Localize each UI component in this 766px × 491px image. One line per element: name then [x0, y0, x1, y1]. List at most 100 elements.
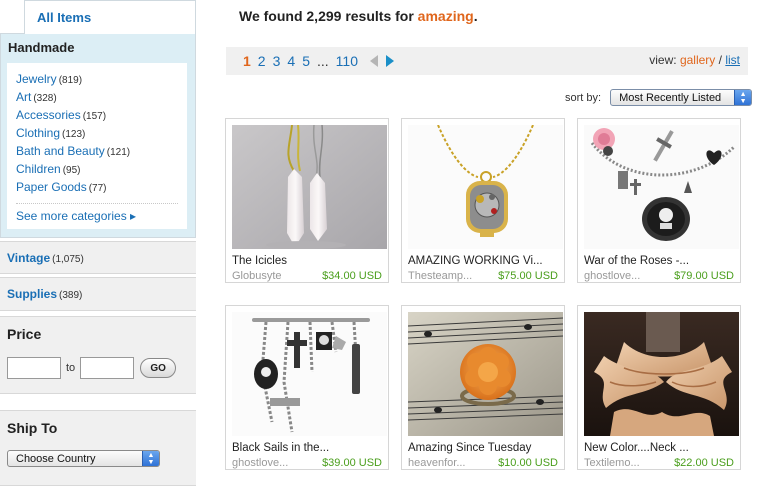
listing-price: $22.00 USD	[674, 457, 734, 469]
listing-price: $10.00 USD	[498, 457, 558, 469]
sort-select[interactable]: Most Recently Listed ▲ ▼	[610, 89, 753, 106]
view-gallery-link[interactable]: gallery	[680, 53, 715, 67]
listing-title[interactable]: War of the Roses -...	[584, 255, 689, 267]
listing-price: $34.00 USD	[322, 270, 382, 282]
price-min-input[interactable]	[7, 357, 61, 379]
view-toggle: view: gallery / list	[649, 53, 740, 67]
pagination: 1 2 3 4 5 ... 110	[243, 53, 394, 69]
price-title: Price	[7, 326, 42, 342]
country-select-value: Choose Country	[16, 452, 96, 465]
category-item-art[interactable]: Art (328)	[16, 89, 178, 107]
listing-thumbnail[interactable]	[408, 125, 563, 249]
results-headline: We found 2,299 results for amazing.	[239, 8, 478, 24]
listing-title[interactable]: The Icicles	[232, 255, 287, 267]
category-link[interactable]: Clothing	[16, 126, 60, 140]
category-link[interactable]: Art	[16, 90, 31, 104]
select-arrows-icon: ▲ ▼	[142, 451, 159, 466]
all-items-tab[interactable]: All Items	[24, 0, 196, 34]
listing-card[interactable]: Black Sails in the... ghostlove... $39.0…	[225, 305, 389, 470]
category-link[interactable]: Paper Goods	[16, 180, 87, 194]
category-count: (328)	[33, 93, 57, 104]
search-term: amazing	[417, 8, 474, 24]
category-link[interactable]: Jewelry	[16, 72, 57, 86]
listing-price: $75.00 USD	[498, 270, 558, 282]
page-ellipsis: ...	[316, 53, 329, 69]
price-range-row: to GO	[7, 357, 189, 379]
listing-title[interactable]: AMAZING WORKING Vi...	[408, 255, 543, 267]
price-go-button[interactable]: GO	[140, 358, 177, 378]
sort-row: sort by: Most Recently Listed ▲ ▼	[565, 89, 753, 106]
listing-title[interactable]: Black Sails in the...	[232, 442, 329, 454]
listing-card[interactable]: War of the Roses -... ghostlove... $79.0…	[577, 118, 741, 283]
category-item-bath-and-beauty[interactable]: Bath and Beauty (121)	[16, 143, 178, 161]
category-count: (157)	[82, 111, 107, 122]
country-select[interactable]: Choose Country ▲ ▼	[7, 450, 160, 467]
category-link[interactable]: Bath and Beauty	[16, 144, 105, 158]
listing-title[interactable]: Amazing Since Tuesday	[408, 442, 531, 454]
listing-card[interactable]: Amazing Since Tuesday heavenfor... $10.0…	[401, 305, 565, 470]
view-label: view:	[649, 53, 677, 67]
listing-thumbnail[interactable]	[232, 125, 387, 249]
category-item-paper-goods[interactable]: Paper Goods (77)	[16, 179, 178, 197]
listing-shop[interactable]: ghostlove...	[232, 457, 288, 469]
listing-shop[interactable]: ghostlove...	[584, 270, 640, 282]
vintage-count: (1,075)	[52, 254, 84, 265]
listing-price: $39.00 USD	[322, 457, 382, 469]
results-prefix: We found 2,299 results for	[239, 8, 418, 24]
category-link[interactable]: Accessories	[16, 108, 81, 122]
handmade-section: Handmade Jewelry (819) Art (328) Accessori…	[0, 33, 196, 238]
page-link-1[interactable]: 1	[243, 53, 251, 69]
price-to-label: to	[66, 362, 76, 374]
category-list: Jewelry (819) Art (328) Accessories (157) C…	[7, 63, 187, 229]
vintage-link[interactable]: Vintage	[7, 251, 50, 265]
category-count: (819)	[58, 75, 83, 86]
select-arrows-icon: ▲ ▼	[734, 90, 752, 105]
page-link-3[interactable]: 3	[273, 53, 281, 69]
category-count: (77)	[88, 183, 107, 194]
supplies-link[interactable]: Supplies	[7, 287, 57, 301]
page-link-2[interactable]: 2	[258, 53, 266, 69]
listing-thumbnail[interactable]	[584, 312, 739, 436]
view-separator: /	[718, 53, 722, 67]
sort-label: sort by:	[565, 91, 602, 104]
listing-price: $79.00 USD	[674, 270, 734, 282]
prev-page-arrow-icon	[369, 55, 378, 67]
listing-card[interactable]: The Icicles Globusyte $34.00 USD	[225, 118, 389, 283]
sidebar: All Items Handmade Jewelry (819) Art (328)…	[0, 0, 196, 311]
view-list-link[interactable]: list	[725, 53, 740, 67]
category-link[interactable]: Children	[16, 162, 61, 176]
listing-card[interactable]: New Color....Neck ... Textilemo... $22.0…	[577, 305, 741, 470]
page-link-4[interactable]: 4	[287, 53, 295, 69]
divider	[16, 203, 178, 204]
page-link-last[interactable]: 110	[336, 53, 358, 69]
vintage-section[interactable]: Vintage (1,075)	[0, 241, 196, 274]
page-link-5[interactable]: 5	[302, 53, 310, 69]
price-max-input[interactable]	[80, 357, 135, 379]
category-item-accessories[interactable]: Accessories (157)	[16, 107, 178, 125]
category-item-clothing[interactable]: Clothing (123)	[16, 125, 178, 143]
listing-shop[interactable]: Globusyte	[232, 270, 282, 282]
handmade-title: Handmade	[8, 40, 75, 55]
price-filter: Price to GO	[0, 316, 196, 394]
listing-shop[interactable]: Thesteamp...	[408, 270, 472, 282]
listing-thumbnail[interactable]	[408, 312, 563, 436]
results-suffix: .	[473, 8, 478, 24]
listing-shop[interactable]: Textilemo...	[584, 457, 640, 469]
all-items-label[interactable]: All Items	[37, 10, 91, 25]
see-more-categories-link[interactable]: See more categories ▸	[16, 209, 136, 223]
category-item-jewelry[interactable]: Jewelry (819)	[16, 71, 178, 89]
supplies-count: (389)	[59, 290, 83, 301]
listing-card[interactable]: AMAZING WORKING Vi... Thesteamp... $75.0…	[401, 118, 565, 283]
listing-thumbnail[interactable]	[584, 125, 739, 249]
category-item-children[interactable]: Children (95)	[16, 161, 178, 179]
listing-shop[interactable]: heavenfor...	[408, 457, 466, 469]
pagination-bar: 1 2 3 4 5 ... 110 view: gallery / list	[226, 47, 748, 75]
category-count: (121)	[106, 147, 131, 158]
ship-to-title: Ship To	[7, 420, 58, 436]
category-count: (95)	[62, 165, 81, 176]
next-page-arrow-icon[interactable]	[385, 55, 394, 67]
sort-select-value: Most Recently Listed	[619, 92, 722, 104]
supplies-section[interactable]: Supplies (389)	[0, 277, 196, 311]
listing-thumbnail[interactable]	[232, 312, 387, 436]
listing-title[interactable]: New Color....Neck ...	[584, 442, 689, 454]
